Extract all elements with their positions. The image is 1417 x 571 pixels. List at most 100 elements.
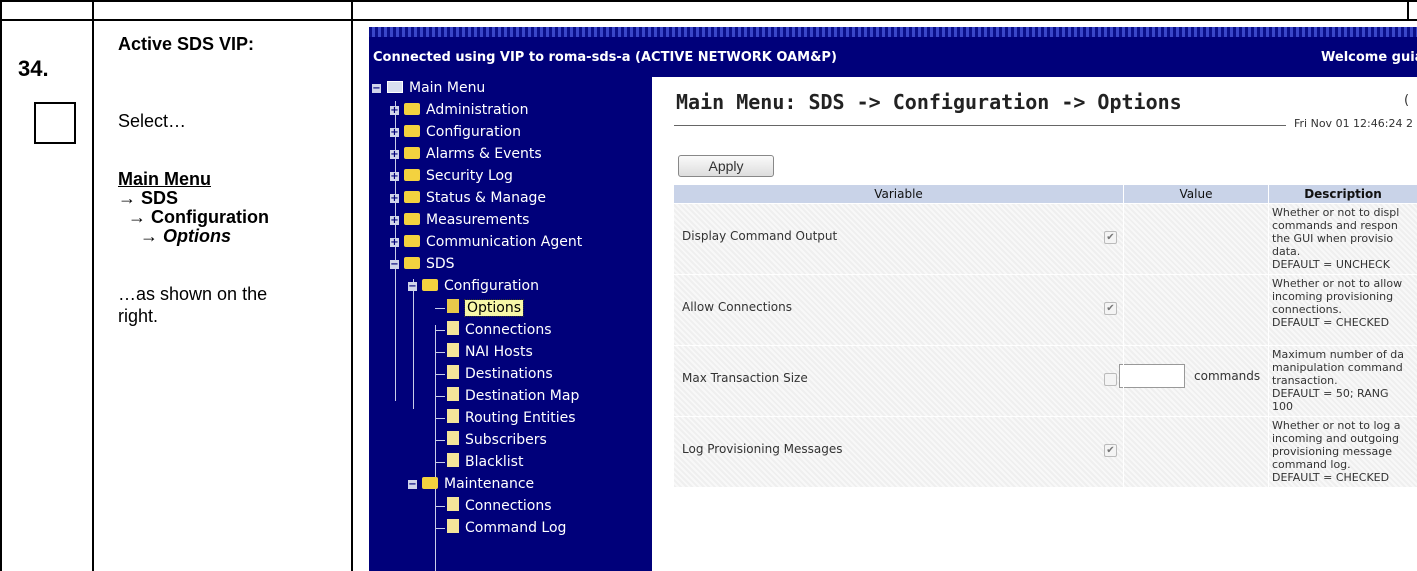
menu-destination-map[interactable]: Destination Map [447, 385, 579, 407]
title-underline [674, 125, 1286, 126]
page-icon [447, 431, 459, 445]
menu-label: Connections [465, 498, 552, 514]
options-table: Variable Value Description Display Comma… [674, 185, 1417, 571]
menu-label: Blacklist [465, 454, 524, 470]
datetime: Fri Nov 01 12:46:24 2 [1294, 117, 1413, 130]
menu-status-manage[interactable]: Status & Manage [404, 187, 546, 209]
table-row: Log Provisioning Messages ✔ Whether or n… [674, 416, 1417, 487]
menu-label: Alarms & Events [426, 146, 542, 162]
procedure-table: 34. Active SDS VIP: Select… Main Menu → … [0, 0, 1417, 571]
header-description: Description [1269, 185, 1417, 203]
menu-label: Routing Entities [465, 410, 576, 426]
menu-measurements[interactable]: Measurements [404, 209, 529, 231]
expand-icon[interactable]: + [390, 172, 399, 182]
path-sds: → SDS [118, 188, 179, 208]
collapse-icon[interactable]: − [390, 260, 399, 270]
menu-label: NAI Hosts [465, 344, 533, 360]
menu-options[interactable]: Options [447, 297, 525, 319]
table-left-border [0, 0, 2, 571]
page-icon [447, 519, 459, 533]
tree-guide [435, 418, 445, 419]
menu-connections[interactable]: Connections [447, 319, 552, 341]
value-checkbox[interactable] [1104, 373, 1117, 386]
tree-guide [435, 374, 445, 375]
menu-nai-hosts[interactable]: NAI Hosts [447, 341, 533, 363]
menu-administration[interactable]: Administration [404, 99, 528, 121]
description: Whether or not to allow incoming provisi… [1272, 277, 1403, 329]
path-configuration: → Configuration [128, 207, 269, 227]
header-value: Value [1124, 185, 1268, 203]
value-checkbox[interactable]: ✔ [1104, 444, 1117, 457]
menu-routing-entities[interactable]: Routing Entities [447, 407, 576, 429]
step-checkbox[interactable] [34, 102, 76, 144]
select-text: Select… [118, 111, 187, 131]
collapse-icon[interactable]: − [408, 480, 417, 490]
col-divider [1268, 346, 1269, 416]
tree-guide [435, 528, 445, 529]
menu-configuration[interactable]: Configuration [404, 121, 521, 143]
menu-main-label: Main Menu [409, 80, 486, 96]
tree-guide [435, 308, 445, 309]
main-menu-tree: − Main Menu + Administration + Configura… [369, 77, 652, 571]
menu-blacklist[interactable]: Blacklist [447, 451, 523, 473]
tree-guide [435, 462, 445, 463]
menu-communication-agent[interactable]: Communication Agent [404, 231, 582, 253]
folder-icon [404, 235, 420, 247]
menu-maintenance[interactable]: Maintenance [422, 473, 534, 495]
col-divider [1123, 275, 1124, 345]
collapse-icon[interactable]: − [408, 282, 417, 292]
menu-alarms-events[interactable]: Alarms & Events [404, 143, 542, 165]
path-options: → Options [140, 226, 231, 246]
menu-label: Status & Manage [426, 190, 547, 206]
table-top-border [0, 0, 1417, 2]
menu-sds-configuration[interactable]: Configuration [422, 275, 539, 297]
max-transaction-input[interactable] [1119, 364, 1185, 388]
connection-status: Connected using VIP to roma-sds-a (ACTIV… [373, 50, 837, 65]
expand-icon[interactable]: + [390, 216, 399, 226]
menu-label: Communication Agent [426, 234, 583, 250]
page-icon [447, 343, 459, 357]
title-strip [369, 27, 1417, 37]
welcome-text: Welcome guiad [1321, 50, 1417, 65]
tree-guide [435, 325, 436, 571]
menu-maint-connections[interactable]: Connections [447, 495, 552, 517]
expand-icon[interactable]: + [390, 150, 399, 160]
menu-security-log[interactable]: Security Log [404, 165, 513, 187]
table-row: Max Transaction Size commands Maximum nu… [674, 345, 1417, 416]
menu-main[interactable]: Main Menu [387, 77, 485, 99]
tree-guide [435, 506, 445, 507]
tree-guide [435, 440, 445, 441]
value-checkbox[interactable]: ✔ [1104, 302, 1117, 315]
page-icon [447, 321, 459, 335]
menu-sds[interactable]: SDS [404, 253, 455, 275]
menu-icon [387, 81, 403, 93]
path-main-menu: Main Menu [118, 169, 211, 189]
menu-command-log[interactable]: Command Log [447, 517, 566, 539]
menu-label: Destinations [465, 366, 553, 382]
menu-destinations[interactable]: Destinations [447, 363, 553, 385]
menu-label: Measurements [426, 212, 530, 228]
variable-name: Display Command Output [682, 229, 838, 243]
variable-name: Allow Connections [682, 300, 792, 314]
value-checkbox[interactable]: ✔ [1104, 231, 1117, 244]
menu-label: Options [463, 299, 525, 317]
expand-icon[interactable]: + [390, 106, 399, 116]
column-divider [351, 0, 353, 571]
expand-icon[interactable]: + [390, 128, 399, 138]
description: Whether or not to displ commands and res… [1272, 206, 1400, 271]
menu-label: SDS [426, 256, 455, 272]
gui-screenshot: Connected using VIP to roma-sds-a (ACTIV… [369, 27, 1417, 571]
menu-label: Security Log [426, 168, 513, 184]
collapse-icon[interactable]: − [372, 84, 381, 94]
apply-button[interactable]: Apply [678, 155, 774, 177]
menu-subscribers[interactable]: Subscribers [447, 429, 547, 451]
folder-icon [404, 213, 420, 225]
table-right-border [1407, 0, 1409, 20]
content-pane: Main Menu: SDS -> Configuration -> Optio… [652, 77, 1417, 571]
open-folder-icon [422, 279, 438, 291]
page-icon [447, 409, 459, 423]
expand-icon[interactable]: + [390, 238, 399, 248]
table-row: Allow Connections ✔ Whether or not to al… [674, 274, 1417, 345]
table-row: Display Command Output ✔ Whether or not … [674, 203, 1417, 274]
expand-icon[interactable]: + [390, 194, 399, 204]
